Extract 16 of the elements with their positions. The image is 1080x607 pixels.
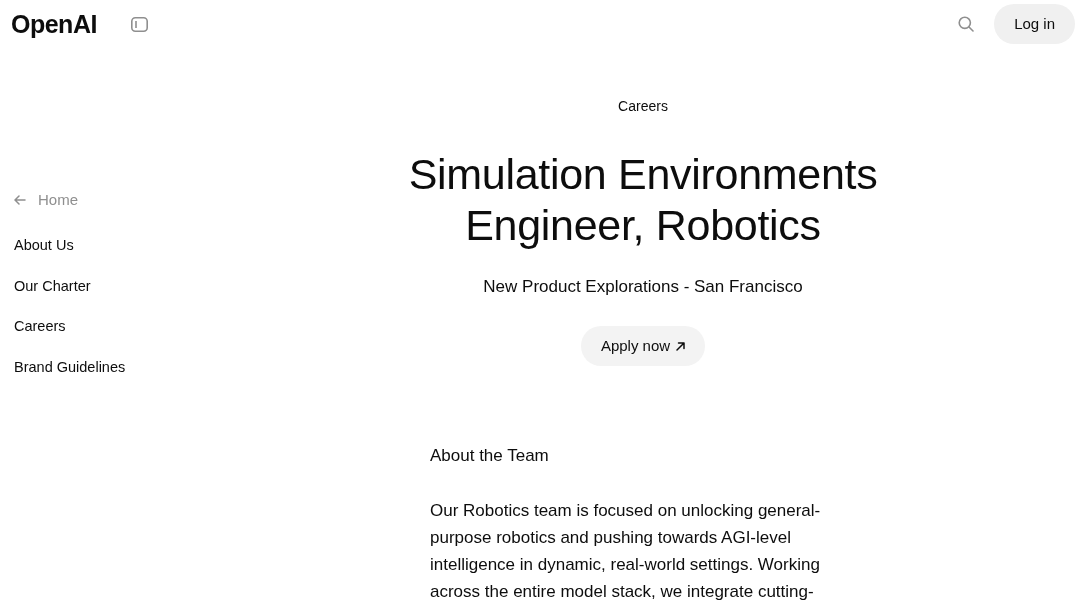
- back-arrow-icon: [14, 195, 26, 205]
- nav-link[interactable]: Careers: [14, 316, 66, 336]
- apply-button[interactable]: Apply now: [580, 326, 706, 366]
- nav-link[interactable]: Brand Guidelines: [14, 356, 126, 377]
- login-button[interactable]: Log in: [994, 4, 1075, 44]
- external-arrow-icon: [676, 341, 686, 351]
- section-heading: About the Team: [430, 445, 550, 467]
- logo[interactable]: OpenAI: [11, 11, 97, 37]
- search-icon[interactable]: [958, 16, 975, 32]
- eyebrow-label: Careers: [618, 97, 668, 116]
- job-title: Simulation Environments Engineer, Robotics: [407, 149, 879, 251]
- nav-link[interactable]: About Us: [14, 235, 74, 255]
- sidebar-toggle-icon[interactable]: [130, 16, 148, 32]
- nav-link[interactable]: Our Charter: [14, 275, 91, 296]
- paragraph: Our Robotics team is focused on unlocking general-purpose robotics and pushing towards AGI-level intelligence in dynamic, real-world settings. Working across the entire model stack, we integrate cutting-: [430, 500, 822, 603]
- team-location: New Product Explorations - San Francisco: [483, 276, 803, 298]
